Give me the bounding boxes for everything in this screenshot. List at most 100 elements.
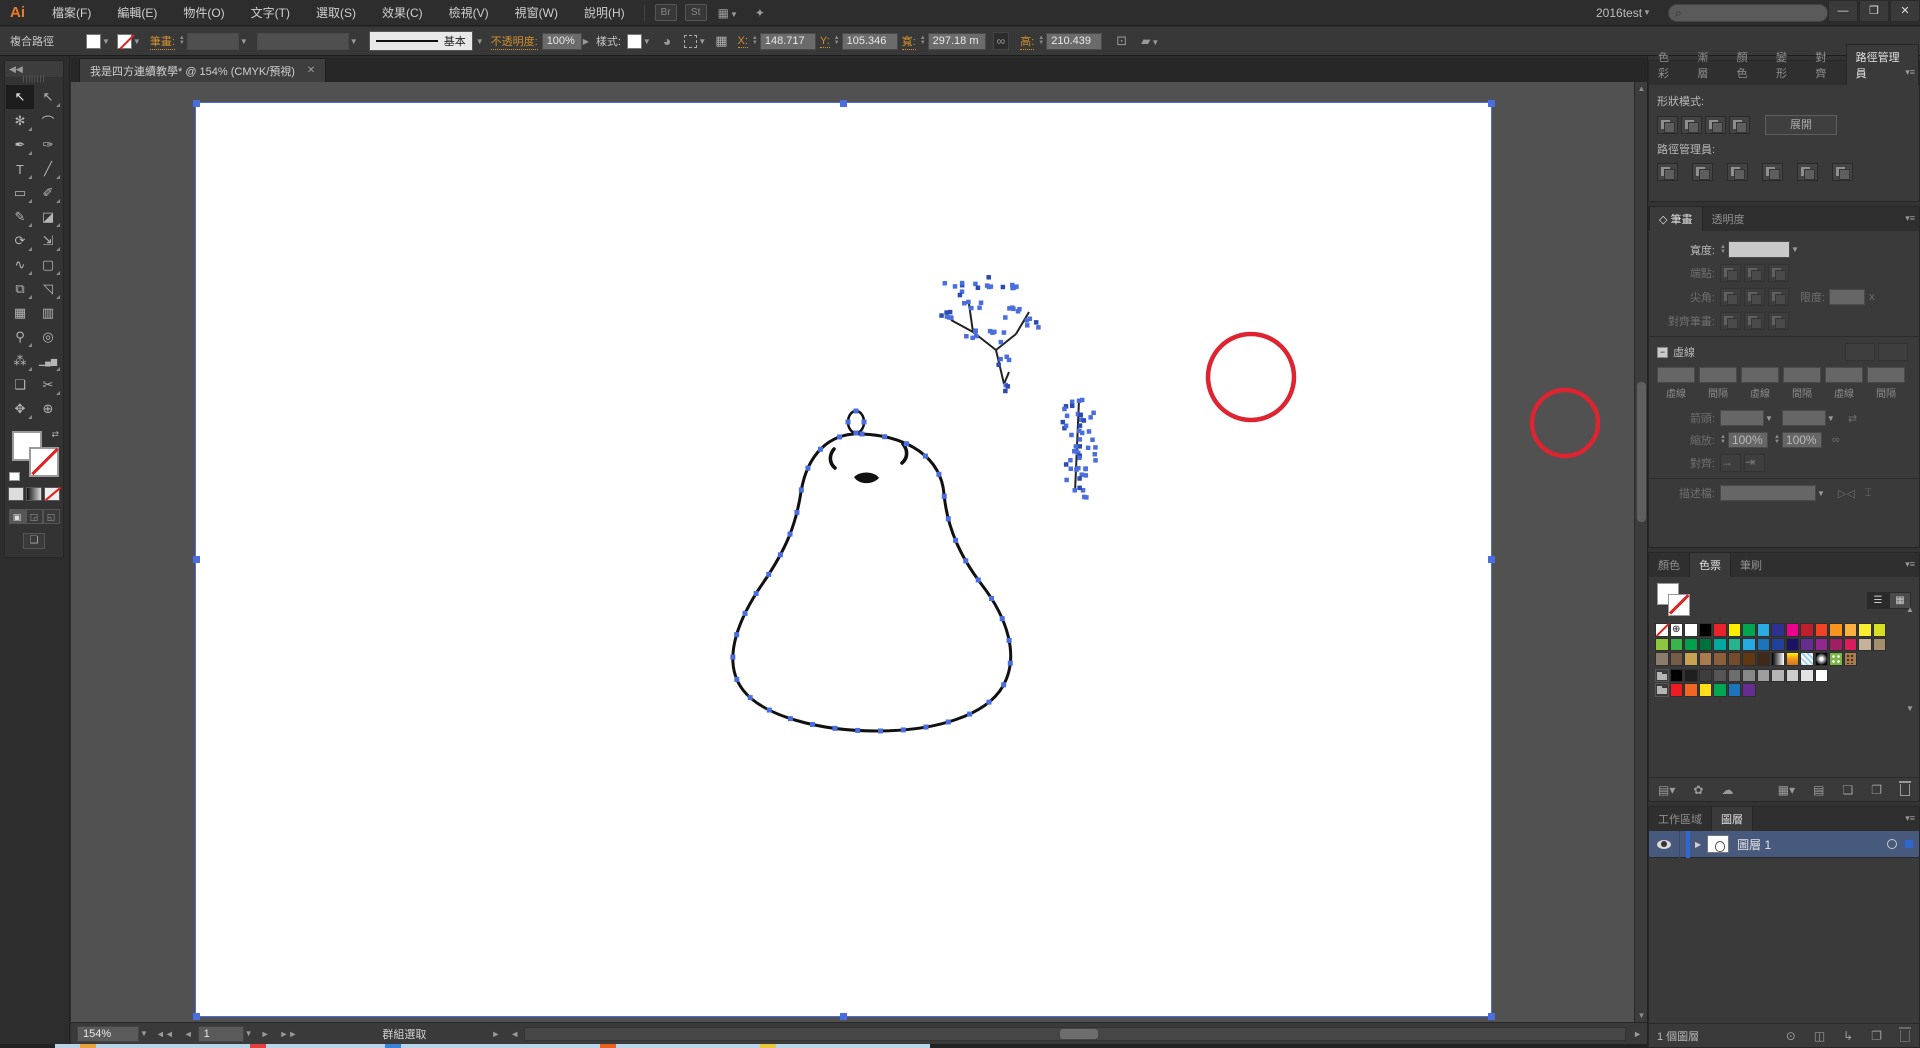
style-swatch[interactable]: ▼ xyxy=(626,33,654,49)
first-artboard-button[interactable]: ◄◄ xyxy=(156,1029,174,1039)
rectangle-tool[interactable]: ▭ xyxy=(6,181,34,205)
default-fill-stroke-icon[interactable] xyxy=(9,472,20,481)
align-inside-button[interactable] xyxy=(1744,312,1765,330)
list-view-button[interactable]: ☰ xyxy=(1867,591,1889,609)
swatch-1-13[interactable] xyxy=(1843,637,1857,651)
dashed-line-checkbox[interactable]: − xyxy=(1657,346,1668,358)
swatch-2-7[interactable] xyxy=(1756,652,1770,666)
transform-icon[interactable]: ⊡ xyxy=(1116,33,1127,49)
reference-point-grid[interactable]: ▦ xyxy=(715,33,727,49)
swatch-2-2[interactable] xyxy=(1684,652,1698,666)
new-sublayer-icon[interactable]: ↳ xyxy=(1843,1029,1853,1043)
menu-item-3[interactable]: 文字(T) xyxy=(238,0,303,26)
swatch-4-6[interactable] xyxy=(1742,683,1756,697)
red-circles[interactable] xyxy=(1205,331,1601,459)
swatch-3-9[interactable] xyxy=(1785,668,1799,682)
intersect-button[interactable] xyxy=(1705,116,1726,134)
layer-name[interactable]: 圖層 1 xyxy=(1737,836,1887,853)
symbol-sprayer-tool[interactable]: ⁂ xyxy=(6,349,34,373)
flower-sprigs[interactable] xyxy=(939,275,1098,500)
delete-layer-icon[interactable] xyxy=(1899,1026,1911,1042)
y-field[interactable]: 105.346 xyxy=(841,32,898,50)
swatch-3-0[interactable] xyxy=(1655,668,1669,682)
swatch-2-10[interactable] xyxy=(1800,652,1814,666)
isolate-selection-icon[interactable]: ▰▼ xyxy=(1141,34,1162,48)
swatch-3-5[interactable] xyxy=(1727,668,1741,682)
minus-back-button[interactable] xyxy=(1832,163,1853,181)
swatch-4-4[interactable] xyxy=(1713,683,1727,697)
layers-tab-1[interactable]: 圖層 xyxy=(1711,806,1753,831)
menu-item-0[interactable]: 檔案(F) xyxy=(39,0,104,26)
swatch-0-8[interactable] xyxy=(1771,623,1785,637)
opacity-label[interactable]: 不透明度: xyxy=(490,33,538,50)
swatch-2-1[interactable] xyxy=(1669,652,1683,666)
gpu-performance-icon[interactable]: ✦ xyxy=(755,6,765,20)
new-layer-icon[interactable]: ❐ xyxy=(1871,1029,1882,1043)
arrowhead-start-select[interactable] xyxy=(1720,410,1764,426)
horizontal-scrollbar[interactable] xyxy=(524,1026,1627,1041)
width-stepper[interactable]: ▲ ▼ xyxy=(920,35,926,46)
corner-bevel-button[interactable] xyxy=(1768,288,1789,306)
width-profile-select[interactable] xyxy=(1720,485,1816,501)
swatch-1-9[interactable] xyxy=(1785,637,1799,651)
draw-behind-button[interactable]: ◲ xyxy=(25,509,43,524)
swap-fill-stroke-icon[interactable]: ⇄ xyxy=(51,429,59,440)
swatch-1-2[interactable] xyxy=(1684,637,1698,651)
swatch-0-2[interactable] xyxy=(1684,623,1698,637)
opacity-expand-icon[interactable]: ▶ xyxy=(583,37,589,46)
swatch-0-13[interactable] xyxy=(1843,623,1857,637)
minimize-button[interactable]: — xyxy=(1828,0,1858,22)
swatch-0-12[interactable] xyxy=(1829,623,1843,637)
close-button[interactable]: ✕ xyxy=(1890,0,1920,22)
arrow-align-tip-button[interactable]: → xyxy=(1720,454,1741,472)
swatch-options-icon[interactable]: ▤ xyxy=(1813,783,1824,797)
swap-arrowheads-icon[interactable]: ⇄ xyxy=(1848,412,1857,425)
swatch-0-14[interactable] xyxy=(1858,623,1872,637)
fill-swatch[interactable]: ▼ xyxy=(86,33,113,49)
height-field[interactable]: 210.439 xyxy=(1046,32,1103,50)
red-circle[interactable] xyxy=(1529,387,1601,459)
swatch-2-8[interactable] xyxy=(1771,652,1785,666)
artboard-tool[interactable]: ❏ xyxy=(6,373,34,397)
exclude-button[interactable] xyxy=(1729,116,1750,134)
swatch-0-11[interactable] xyxy=(1814,623,1828,637)
merge-button[interactable] xyxy=(1727,163,1748,181)
curvature-tool[interactable]: ✑ xyxy=(34,133,62,157)
layers-tab-0[interactable]: 工作區域 xyxy=(1649,807,1711,831)
swatch-4-0[interactable] xyxy=(1655,683,1669,697)
free-transform-tool[interactable]: ▢ xyxy=(34,253,62,277)
swatch-1-15[interactable] xyxy=(1872,637,1886,651)
cap-round-button[interactable] xyxy=(1744,264,1765,282)
cap-projecting-button[interactable] xyxy=(1768,264,1789,282)
color-themes-icon[interactable]: ✿ xyxy=(1693,783,1703,797)
pathfinder-tab-2[interactable]: 顏色 xyxy=(1728,45,1767,85)
layer-thumbnail[interactable] xyxy=(1707,835,1730,853)
lasso-tool[interactable]: ⌒ xyxy=(34,109,62,133)
status-expand-icon[interactable]: ► xyxy=(491,1029,500,1039)
gradient-tool[interactable]: ▥ xyxy=(34,301,62,325)
width-tool[interactable]: ∿ xyxy=(6,253,34,277)
swatch-4-1[interactable] xyxy=(1669,683,1683,697)
stroke-weight-stepper[interactable]: ▲ ▼ xyxy=(179,35,185,46)
swatch-1-11[interactable] xyxy=(1814,637,1828,651)
swatch-1-0[interactable] xyxy=(1655,637,1669,651)
swatch-2-0[interactable] xyxy=(1655,652,1669,666)
cap-butt-button[interactable] xyxy=(1720,264,1741,282)
swatch-0-6[interactable] xyxy=(1742,623,1756,637)
swatch-2-5[interactable] xyxy=(1727,652,1741,666)
stroke-tab-0[interactable]: ◇ 筆畫 xyxy=(1649,206,1703,231)
unite-button[interactable] xyxy=(1657,116,1678,134)
swatch-1-14[interactable] xyxy=(1858,637,1872,651)
new-swatch-icon[interactable]: ❐ xyxy=(1871,783,1882,797)
document-tab[interactable]: 我是四方連續教學* @ 154% (CMYK/預視) ✕ xyxy=(79,58,327,82)
expand-layer-icon[interactable]: ▶ xyxy=(1695,840,1701,849)
crop-button[interactable] xyxy=(1762,163,1783,181)
restore-button[interactable]: ❐ xyxy=(1859,0,1889,22)
swatch-3-4[interactable] xyxy=(1713,668,1727,682)
outline-button[interactable] xyxy=(1797,163,1818,181)
shape-builder-tool[interactable]: ⧉ xyxy=(6,277,34,301)
swatches-fill-stroke[interactable] xyxy=(1657,583,1691,617)
opacity-field[interactable]: 100% xyxy=(541,32,582,50)
vscroll-thumb[interactable] xyxy=(1637,382,1646,522)
swatch-2-11[interactable] xyxy=(1814,652,1828,666)
